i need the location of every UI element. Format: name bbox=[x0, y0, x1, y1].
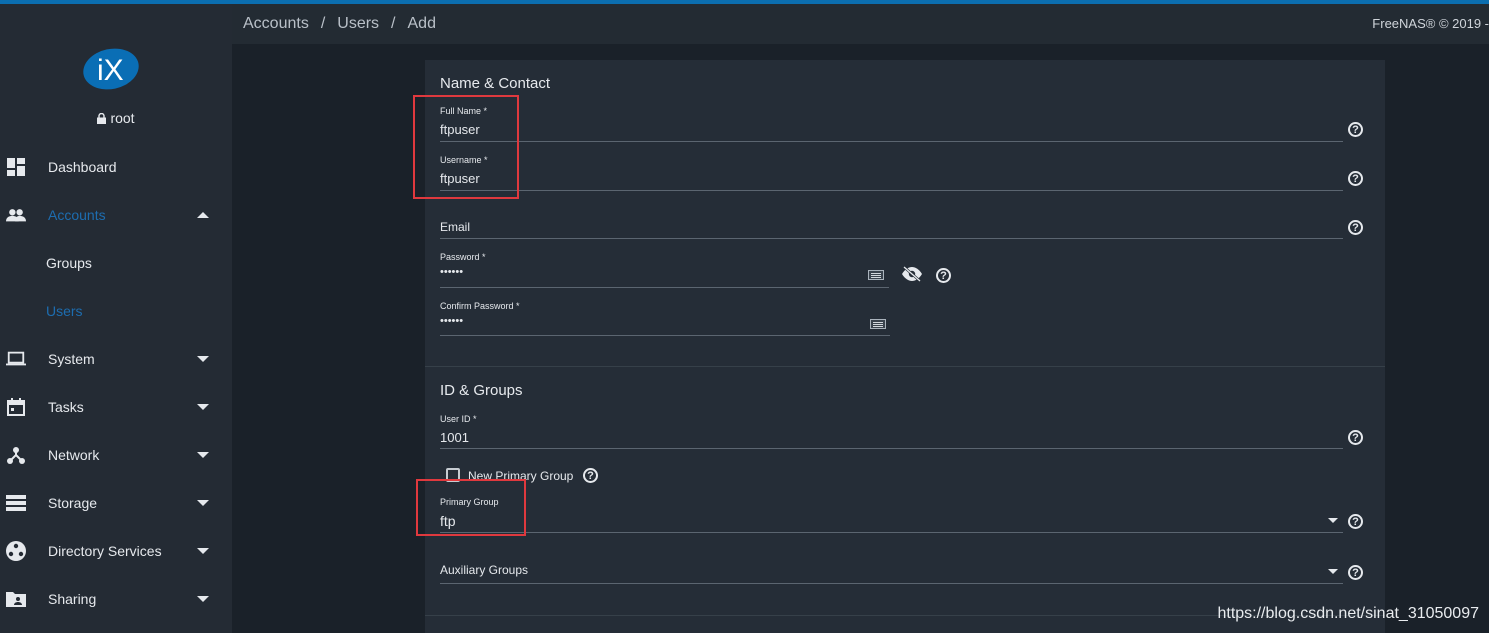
chevron-down-icon bbox=[197, 404, 209, 410]
full-name-underline bbox=[440, 141, 1343, 142]
password-field[interactable]: Password * •••••• bbox=[440, 252, 889, 288]
full-name-label: Full Name * bbox=[440, 106, 488, 116]
copyright-text: FreeNAS® © 2019 - bbox=[1372, 16, 1489, 31]
sidebar-item-label: Sharing bbox=[48, 591, 97, 607]
breadcrumb-separator: / bbox=[391, 15, 396, 32]
sidebar-item-sharing[interactable]: Sharing bbox=[0, 579, 232, 619]
primary-group-help-icon[interactable]: ? bbox=[1348, 514, 1363, 529]
username-label: Username * bbox=[440, 155, 488, 165]
auxiliary-groups-select[interactable]: Auxiliary Groups bbox=[440, 547, 1343, 584]
calendar-icon bbox=[6, 397, 26, 417]
primary-group-underline bbox=[440, 532, 1343, 533]
username-field[interactable]: Username * ftpuser bbox=[440, 155, 1343, 191]
full-name-input[interactable]: ftpuser bbox=[440, 122, 480, 137]
new-primary-group-checkbox[interactable] bbox=[446, 468, 460, 482]
keyboard-icon[interactable] bbox=[868, 270, 884, 280]
auxiliary-groups-help-icon[interactable]: ? bbox=[1348, 565, 1363, 580]
breadcrumb: Accounts / Users / Add bbox=[243, 15, 436, 33]
primary-group-label: Primary Group bbox=[440, 497, 499, 507]
password-help-icon[interactable]: ? bbox=[936, 268, 951, 283]
logo-text: iX bbox=[97, 54, 124, 87]
new-primary-group-help-icon[interactable]: ? bbox=[583, 468, 598, 483]
sidebar-item-label: Network bbox=[48, 447, 100, 463]
auxiliary-groups-underline bbox=[440, 583, 1343, 584]
email-field[interactable]: Email bbox=[440, 204, 1343, 240]
user-id-input[interactable]: 1001 bbox=[440, 430, 469, 445]
lock-icon bbox=[97, 113, 107, 124]
sidebar-item-label: Storage bbox=[48, 495, 98, 511]
user-id-help-icon[interactable]: ? bbox=[1348, 430, 1363, 445]
username: root bbox=[110, 110, 135, 126]
chevron-down-icon bbox=[197, 500, 209, 506]
new-primary-group-label[interactable]: New Primary Group bbox=[468, 469, 573, 483]
section-title-id-groups: ID & Groups bbox=[440, 382, 523, 399]
storage-icon bbox=[6, 493, 26, 513]
chevron-down-icon bbox=[197, 596, 209, 602]
sidebar-item-label: Accounts bbox=[48, 207, 106, 223]
dashboard-icon bbox=[6, 157, 26, 177]
password-underline bbox=[440, 287, 889, 288]
sharing-icon bbox=[6, 589, 26, 609]
full-name-field[interactable]: Full Name * ftpuser bbox=[440, 106, 1343, 142]
confirm-password-input[interactable]: •••••• bbox=[440, 315, 463, 327]
chevron-down-icon[interactable] bbox=[1328, 569, 1338, 574]
user-id-underline bbox=[440, 448, 1343, 449]
password-label: Password * bbox=[440, 252, 486, 262]
sidebar-item-dashboard[interactable]: Dashboard bbox=[0, 147, 232, 187]
user-id-field[interactable]: User ID * 1001 bbox=[440, 414, 1343, 450]
sidebar-item-directory-services[interactable]: Directory Services bbox=[0, 531, 232, 571]
visibility-off-icon[interactable] bbox=[901, 266, 923, 282]
main-content: Name & Contact Full Name * ftpuser ? Use… bbox=[232, 44, 1489, 633]
breadcrumb-accounts[interactable]: Accounts bbox=[243, 15, 309, 32]
full-name-help-icon[interactable]: ? bbox=[1348, 122, 1363, 137]
section-title-name-contact: Name & Contact bbox=[440, 75, 551, 92]
keyboard-icon[interactable] bbox=[870, 319, 886, 329]
email-label: Email bbox=[440, 220, 471, 234]
password-input[interactable]: •••••• bbox=[440, 266, 463, 278]
sidebar-item-tasks[interactable]: Tasks bbox=[0, 387, 232, 427]
breadcrumb-separator: / bbox=[320, 15, 326, 32]
confirm-password-label: Confirm Password * bbox=[440, 301, 520, 311]
primary-group-value[interactable]: ftp bbox=[440, 513, 456, 529]
username-underline bbox=[440, 190, 1343, 191]
ix-logo: iX bbox=[83, 48, 139, 90]
sidebar-subitem-groups[interactable]: Groups bbox=[46, 255, 92, 271]
email-help-icon[interactable]: ? bbox=[1348, 220, 1363, 235]
top-header: Accounts / Users / Add FreeNAS® © 2019 - bbox=[232, 4, 1489, 44]
auxiliary-groups-label: Auxiliary Groups bbox=[440, 563, 529, 577]
section-divider bbox=[425, 366, 1385, 367]
username-input[interactable]: ftpuser bbox=[440, 171, 480, 186]
chevron-up-icon bbox=[197, 212, 209, 218]
sidebar-item-label: System bbox=[48, 351, 95, 367]
sidebar-item-label: Directory Services bbox=[48, 543, 162, 559]
chevron-down-icon bbox=[197, 356, 209, 362]
breadcrumb-users[interactable]: Users bbox=[337, 15, 379, 32]
people-icon bbox=[6, 205, 26, 225]
network-icon bbox=[6, 445, 26, 465]
user-label[interactable]: root bbox=[0, 110, 232, 126]
primary-group-select[interactable]: Primary Group ftp bbox=[440, 497, 1343, 533]
email-underline bbox=[440, 238, 1343, 239]
watermark: https://blog.csdn.net/sinat_31050097 bbox=[1217, 605, 1479, 622]
user-id-label: User ID * bbox=[440, 414, 477, 424]
confirm-password-field[interactable]: Confirm Password * •••••• bbox=[440, 301, 890, 337]
user-form-card: Name & Contact Full Name * ftpuser ? Use… bbox=[425, 60, 1385, 633]
confirm-password-underline bbox=[440, 335, 890, 336]
sidebar-item-accounts[interactable]: Accounts bbox=[0, 195, 232, 235]
sidebar: iX root Dashboard Accounts Groups Users … bbox=[0, 4, 232, 633]
sidebar-item-system[interactable]: System bbox=[0, 339, 232, 379]
laptop-icon bbox=[6, 349, 26, 369]
breadcrumb-add: Add bbox=[407, 15, 436, 32]
sidebar-item-network[interactable]: Network bbox=[0, 435, 232, 475]
chevron-down-icon[interactable] bbox=[1328, 518, 1338, 523]
sidebar-item-label: Dashboard bbox=[48, 159, 117, 175]
chevron-down-icon bbox=[197, 548, 209, 554]
chevron-down-icon bbox=[197, 452, 209, 458]
sidebar-item-label: Tasks bbox=[48, 399, 84, 415]
sidebar-item-storage[interactable]: Storage bbox=[0, 483, 232, 523]
directory-icon bbox=[6, 541, 26, 561]
username-help-icon[interactable]: ? bbox=[1348, 171, 1363, 186]
sidebar-subitem-users[interactable]: Users bbox=[46, 303, 83, 319]
